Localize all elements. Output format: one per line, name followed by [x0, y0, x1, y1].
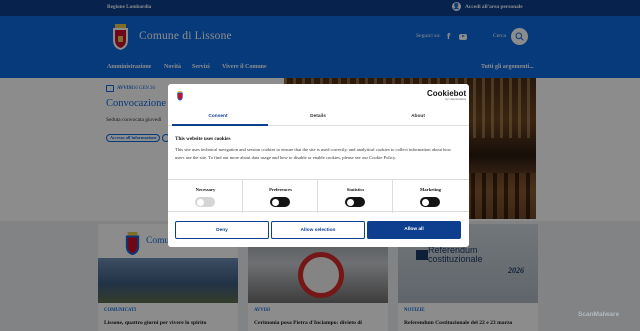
category-marketing: Marketing [393, 180, 468, 213]
category-preferences: Preferences [243, 180, 318, 213]
category-label: Marketing [420, 187, 441, 192]
watermark: ScanMalware [578, 311, 620, 318]
city-crest-icon [177, 91, 183, 101]
category-necessary: Necessary [168, 180, 243, 213]
tab-details[interactable]: Details [268, 114, 368, 119]
category-label: Preferences [269, 187, 292, 192]
active-tab-indicator [172, 124, 268, 126]
category-statistics: Statistics [318, 180, 393, 213]
category-label: Necessary [195, 187, 216, 192]
cookie-categories: Necessary Preferences Statistics Marketi… [168, 179, 469, 213]
deny-button[interactable]: Deny [175, 221, 269, 239]
tab-about[interactable]: About [368, 114, 468, 119]
allow-all-button[interactable]: Allow all [367, 221, 461, 239]
cookie-tabs: Consent Details About [168, 110, 469, 126]
tab-consent[interactable]: Consent [168, 114, 268, 119]
statistics-toggle[interactable] [345, 197, 365, 207]
cookie-dialog: Cookiebot by Usercentrics Consent Detail… [168, 84, 469, 247]
cookie-body: This site uses technical navigation and … [175, 147, 452, 161]
cookie-heading: This website uses cookies [175, 136, 231, 142]
marketing-toggle[interactable] [420, 197, 440, 207]
allow-selection-button[interactable]: Allow selection [271, 221, 365, 239]
category-label: Statistics [346, 187, 365, 192]
preferences-toggle[interactable] [270, 197, 290, 207]
cookiebot-logo[interactable]: Cookiebot by Usercentrics [427, 89, 466, 101]
necessary-toggle [195, 197, 215, 207]
